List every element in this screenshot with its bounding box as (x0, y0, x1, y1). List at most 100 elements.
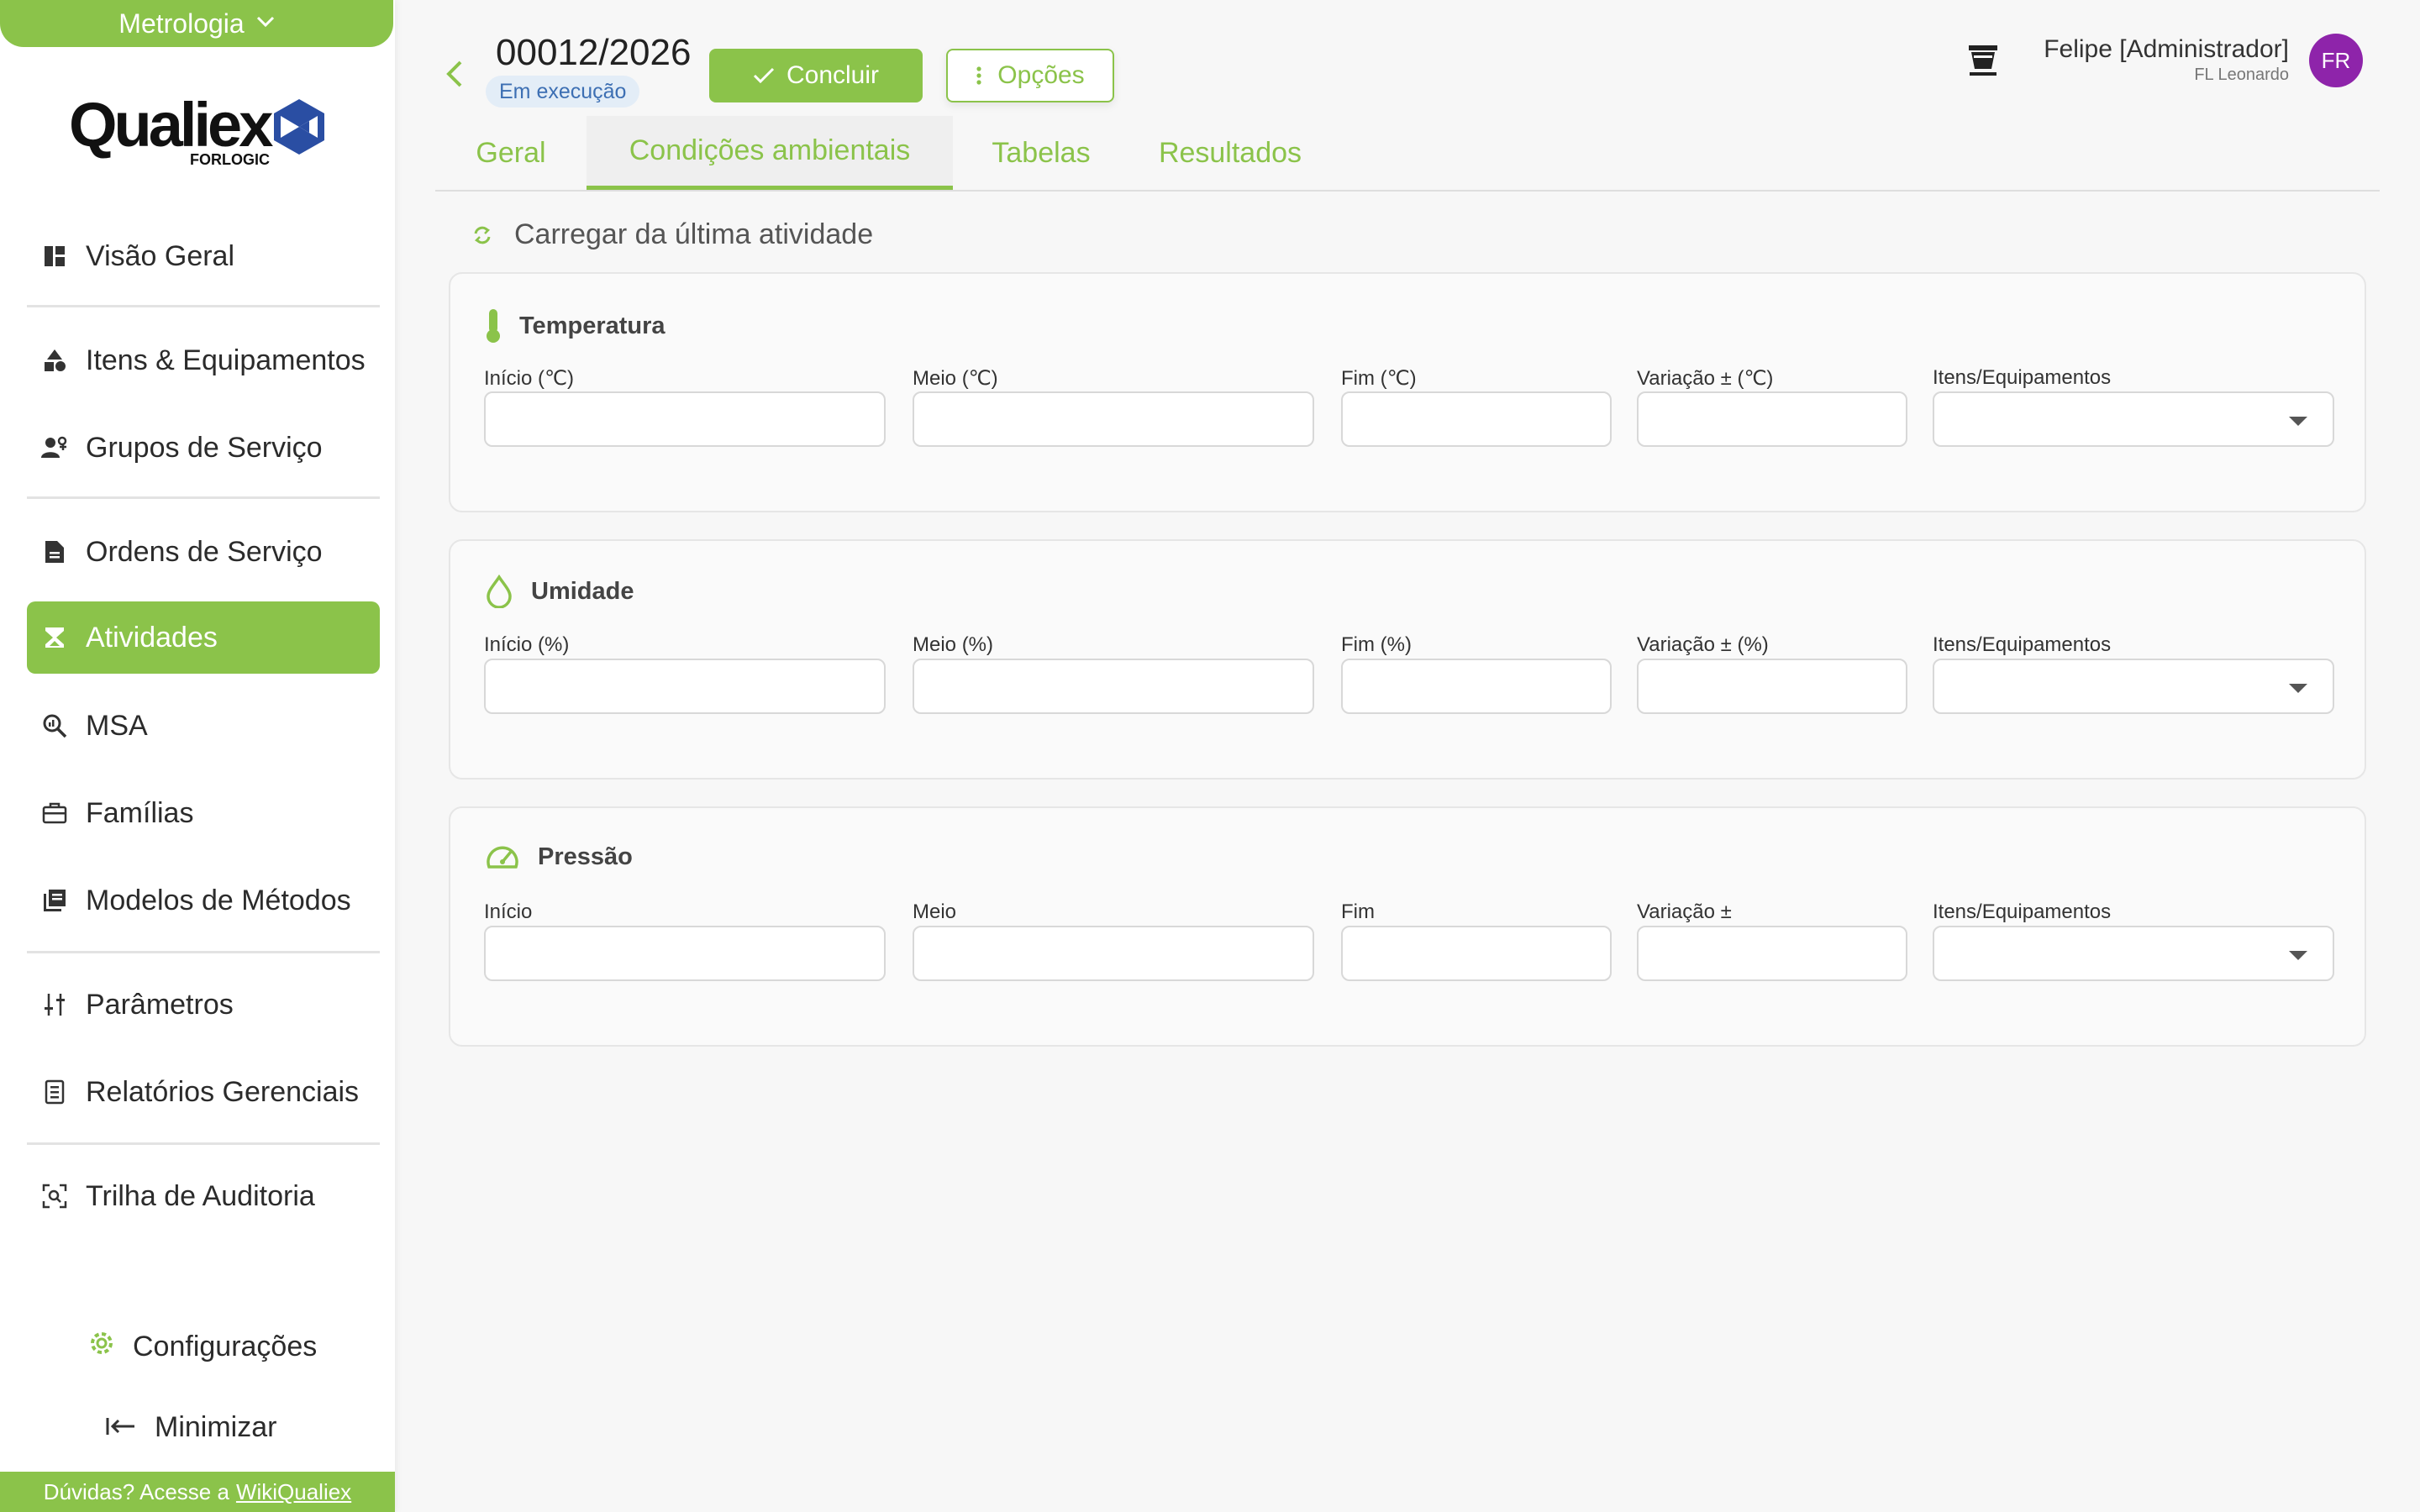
temp-mid-input[interactable] (913, 391, 1314, 447)
dashboard-icon (40, 242, 69, 270)
caret-down-icon (2289, 417, 2307, 426)
minimize-link[interactable]: Minimizar (106, 1411, 276, 1444)
conclude-button[interactable]: Concluir (709, 49, 923, 102)
sidebar-item-parametros[interactable]: Parâmetros (27, 969, 380, 1041)
wiki-link[interactable]: WikiQualiex (236, 1479, 351, 1505)
library-icon (40, 886, 69, 915)
sidebar-item-relatorios[interactable]: Relatórios Gerenciais (27, 1056, 380, 1128)
conclude-label: Concluir (786, 61, 880, 89)
user-org: FL Leonardo (2194, 66, 2289, 84)
pressure-mid-input[interactable] (913, 926, 1314, 981)
field-label: Itens/Equipamentos (1933, 633, 2112, 656)
people-icon (40, 433, 69, 462)
field-label: Itens/Equipamentos (1933, 900, 2112, 923)
tab-geral[interactable]: Geral (435, 116, 587, 190)
section-title-text: Pressão (538, 843, 633, 870)
humidity-variation-input[interactable] (1637, 659, 1907, 714)
nav-divider (27, 1142, 380, 1145)
coffee-cup-icon[interactable] (1966, 42, 2000, 79)
section-title-text: Umidade (531, 577, 634, 605)
sidebar-item-label: Modelos de Métodos (86, 884, 351, 916)
field-label: Variação ± (1637, 900, 1732, 923)
field-label: Meio (913, 900, 957, 923)
field-label: Fim (%) (1341, 633, 1412, 656)
sidebar-item-atividades[interactable]: Atividades (27, 601, 380, 674)
tab-tabelas[interactable]: Tabelas (953, 116, 1129, 190)
shapes-icon (40, 346, 69, 375)
sidebar-item-grupos-servico[interactable]: Grupos de Serviço (27, 412, 380, 484)
load-last-label: Carregar da última atividade (514, 218, 874, 250)
gear-icon (89, 1331, 114, 1363)
temp-variation-input[interactable] (1637, 391, 1907, 447)
field-label: Itens/Equipamentos (1933, 366, 2112, 389)
sidebar-item-ordens-servico[interactable]: Ordens de Serviço (27, 516, 380, 588)
thermometer-icon (487, 309, 500, 343)
field-label: Início (484, 900, 533, 923)
humidity-end-input[interactable] (1341, 659, 1612, 714)
sidebar-item-modelos-metodos[interactable]: Modelos de Métodos (27, 864, 380, 937)
nav-divider (27, 496, 380, 499)
chevron-left-icon (446, 60, 462, 87)
status-badge: Em execução (486, 76, 640, 108)
pressure-start-input[interactable] (484, 926, 886, 981)
field-label: Início (℃) (484, 367, 574, 390)
zoom-analysis-icon (40, 711, 69, 740)
tab-bar: Geral Condições ambientais Tabelas Resul… (435, 116, 2380, 192)
sidebar-item-label: Itens & Equipamentos (86, 344, 366, 376)
qualiex-logo: Qualiex FORLOGIC (67, 89, 336, 173)
temp-equipment-select[interactable] (1933, 391, 2334, 447)
document-icon (40, 538, 69, 566)
options-button[interactable]: Opções (946, 49, 1114, 102)
settings-label: Configurações (133, 1331, 318, 1362)
section-title: Umidade (484, 575, 634, 608)
sidebar-item-label: Trilha de Auditoria (86, 1179, 315, 1212)
more-vertical-icon (976, 66, 981, 85)
field-label: Fim (1341, 900, 1375, 923)
sidebar-item-msa[interactable]: MSA (27, 690, 380, 762)
sidebar-item-label: Visão Geral (86, 239, 235, 272)
humidity-mid-input[interactable] (913, 659, 1314, 714)
humidity-start-input[interactable] (484, 659, 886, 714)
settings-link[interactable]: Configurações (89, 1331, 317, 1363)
field-label: Início (%) (484, 633, 570, 656)
user-name: Felipe [Administrador] (2044, 35, 2289, 63)
temp-end-input[interactable] (1341, 391, 1612, 447)
sidebar-item-visao-geral[interactable]: Visão Geral (27, 220, 380, 292)
sidebar-item-trilha-auditoria[interactable]: Trilha de Auditoria (27, 1160, 380, 1232)
sidebar-item-familias[interactable]: Famílias (27, 777, 380, 849)
section-title: Temperatura (484, 307, 666, 344)
humidity-equipment-select[interactable] (1933, 659, 2334, 714)
avatar[interactable]: FR (2309, 34, 2363, 87)
record-id: 00012/2026 (496, 32, 692, 73)
tab-resultados[interactable]: Resultados (1129, 116, 1331, 190)
caret-down-icon (2289, 951, 2307, 960)
help-text: Dúvidas? Acesse a (43, 1478, 229, 1504)
sidebar-item-itens-equipamentos[interactable]: Itens & Equipamentos (27, 324, 380, 396)
field-label: Meio (%) (913, 633, 994, 656)
tab-condicoes-ambientais[interactable]: Condições ambientais (587, 116, 953, 190)
field-label: Variação ± (%) (1637, 633, 1769, 656)
sidebar-item-label: Parâmetros (86, 988, 234, 1021)
sliders-icon (40, 990, 69, 1019)
water-drop-icon (487, 575, 512, 608)
sidebar: Metrologia Qualiex FORLOGIC Visão Geral … (0, 0, 395, 1512)
pressure-equipment-select[interactable] (1933, 926, 2334, 981)
section-title: Pressão (484, 842, 633, 872)
pressure-end-input[interactable] (1341, 926, 1612, 981)
nav-divider (27, 305, 380, 307)
module-selector[interactable]: Metrologia (0, 0, 393, 47)
load-last-activity-button[interactable]: Carregar da última atividade (472, 218, 873, 251)
minimize-label: Minimizar (155, 1411, 277, 1443)
card-pressao: Pressão Início Meio Fim Variação ± Itens… (449, 806, 2366, 1047)
gauge-icon (487, 846, 518, 869)
temp-start-input[interactable] (484, 391, 886, 447)
chevron-down-icon (256, 11, 275, 33)
pressure-variation-input[interactable] (1637, 926, 1907, 981)
sidebar-item-label: Relatórios Gerenciais (86, 1075, 360, 1108)
caret-down-icon (2289, 684, 2307, 693)
sidebar-item-label: Ordens de Serviço (86, 535, 323, 568)
back-button[interactable] (439, 57, 472, 91)
check-icon (753, 67, 775, 84)
sidebar-item-label: Grupos de Serviço (86, 431, 323, 464)
module-label: Metrologia (118, 8, 245, 39)
